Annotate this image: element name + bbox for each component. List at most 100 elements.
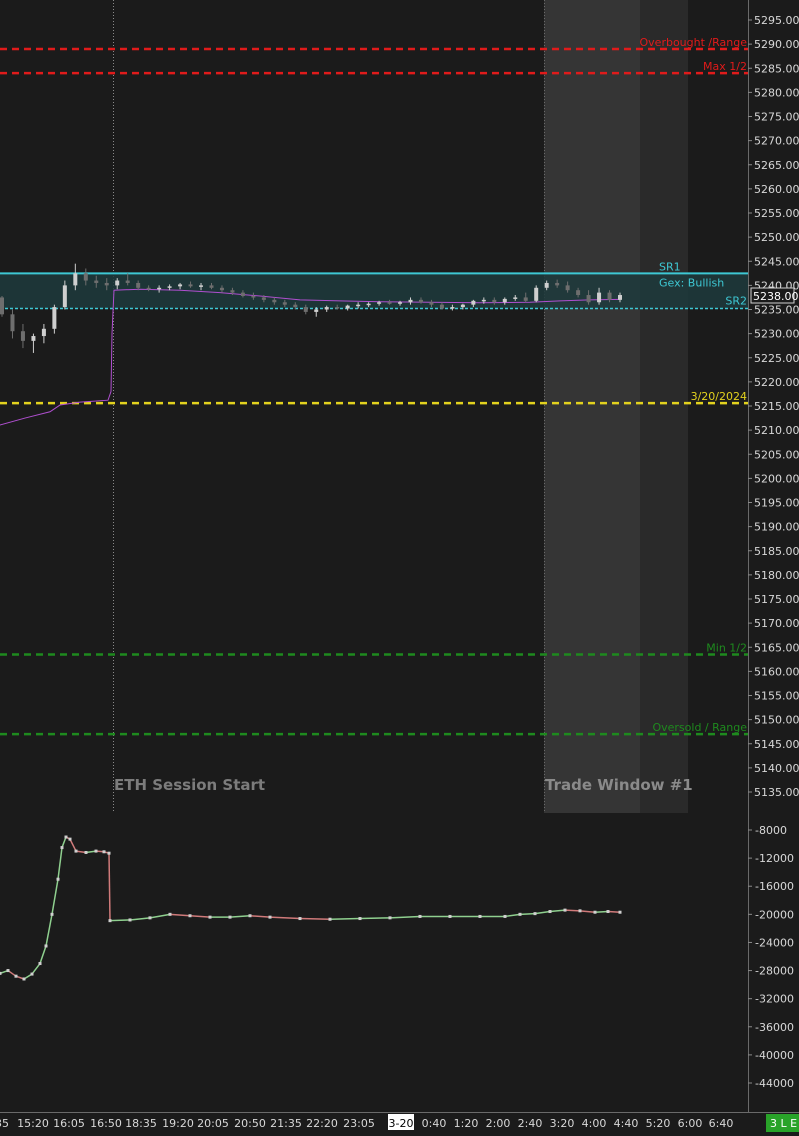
price-tick-label: 5170.00 bbox=[754, 617, 799, 630]
indicator-bar bbox=[22, 977, 26, 981]
indicator-segment bbox=[108, 853, 111, 921]
indicator-bar bbox=[14, 974, 18, 978]
indicator-bar bbox=[0, 971, 2, 975]
indicator-segment bbox=[564, 909, 581, 912]
indicator-bar bbox=[358, 917, 362, 921]
indicator-bar bbox=[60, 846, 64, 850]
indicator-tick-label: -44000 bbox=[755, 1077, 794, 1090]
indicator-tick-label: -32000 bbox=[755, 993, 794, 1006]
indicator-bar bbox=[74, 849, 78, 853]
trade-window-extension bbox=[640, 0, 688, 813]
indicator-tick-label: -8000 bbox=[755, 824, 787, 837]
indicator-bar bbox=[30, 972, 34, 976]
trading-chart[interactable]: Gex: Bullish Overbought /Range Max 1/2 SR1 S… bbox=[0, 0, 799, 1132]
price-tick-label: 5250.00 bbox=[754, 231, 799, 244]
indicator-bar bbox=[44, 944, 48, 948]
price-tick-label: 5265.00 bbox=[754, 159, 799, 172]
time-tick-label: 5:20 bbox=[646, 1117, 671, 1130]
indicator-bar bbox=[448, 914, 452, 918]
price-tick-label: 5295.00 bbox=[754, 14, 799, 27]
indicator-bar bbox=[94, 849, 98, 853]
price-tick-label: 5215.00 bbox=[754, 400, 799, 413]
time-tick-label: 6:00 bbox=[678, 1117, 703, 1130]
date-marker-label: 3-20 bbox=[389, 1117, 414, 1130]
indicator-bar bbox=[268, 915, 272, 919]
time-tick-label: 3:20 bbox=[550, 1117, 575, 1130]
time-tick-label: 20:50 bbox=[234, 1117, 266, 1130]
time-tick-label: 16:05 bbox=[53, 1117, 85, 1130]
time-tick-label: 2:00 bbox=[486, 1117, 511, 1130]
price-tick-label: 5205.00 bbox=[754, 448, 799, 461]
candle bbox=[0, 295, 4, 317]
indicator-bar bbox=[618, 910, 622, 914]
time-tick-label: 22:20 bbox=[306, 1117, 338, 1130]
price-tick-label: 5275.00 bbox=[754, 111, 799, 124]
indicator-tick-label: -20000 bbox=[755, 908, 794, 921]
price-tick-label: 5190.00 bbox=[754, 521, 799, 534]
indicator-bar bbox=[107, 851, 111, 855]
indicator-segment bbox=[607, 910, 621, 913]
level-label: Overbought /Range bbox=[640, 36, 748, 49]
trade-window-region bbox=[544, 0, 640, 813]
indicator-tick-label: -36000 bbox=[755, 1021, 794, 1034]
time-tick-label: 35 bbox=[0, 1117, 9, 1130]
level-label: 3/20/2024 bbox=[691, 390, 747, 403]
price-tick-label: 5270.00 bbox=[754, 135, 799, 148]
indicator-tick-label: -28000 bbox=[755, 965, 794, 978]
price-tick-label: 5230.00 bbox=[754, 328, 799, 341]
time-tick-label: 18:35 bbox=[125, 1117, 157, 1130]
indicator-bar bbox=[56, 877, 60, 881]
time-tick-label: 15:20 bbox=[17, 1117, 49, 1130]
indicator-segment bbox=[299, 917, 331, 921]
indicator-tick-label: -12000 bbox=[755, 852, 794, 865]
indicator-bar bbox=[50, 912, 54, 916]
indicator-segment bbox=[359, 917, 391, 920]
price-tick-label: 5260.00 bbox=[754, 183, 799, 196]
indicator-bar bbox=[6, 969, 10, 973]
time-tick-label: 4:40 bbox=[614, 1117, 639, 1130]
price-tick-label: 5135.00 bbox=[754, 786, 799, 799]
indicator-bar bbox=[228, 915, 232, 919]
indicator-bar bbox=[606, 910, 610, 914]
indicator-bar bbox=[148, 916, 152, 920]
indicator-tick-label: -16000 bbox=[755, 880, 794, 893]
price-tick-label: 5175.00 bbox=[754, 593, 799, 606]
price-tick-label: 5195.00 bbox=[754, 497, 799, 510]
price-tick-label: 5150.00 bbox=[754, 714, 799, 727]
indicator-bar bbox=[108, 919, 112, 923]
time-tick-label: 6:40 bbox=[709, 1117, 734, 1130]
indicator-bar bbox=[418, 914, 422, 918]
indicator-bar bbox=[38, 962, 42, 966]
price-tick-label: 5225.00 bbox=[754, 352, 799, 365]
status-badge-label: 3 L E bbox=[770, 1117, 797, 1130]
price-tick-label: 5140.00 bbox=[754, 762, 799, 775]
level-label: Max 1/2 bbox=[703, 60, 747, 73]
indicator-tick-label: -24000 bbox=[755, 936, 794, 949]
indicator-bar bbox=[548, 910, 552, 914]
level-label: Oversold / Range bbox=[652, 721, 747, 734]
time-axis[interactable]: 35 15:20 16:05 16:5018:35 19:2020:05 20:50 21:… bbox=[0, 1114, 733, 1130]
indicator-bar bbox=[188, 914, 192, 918]
level-label: SR2 bbox=[725, 295, 747, 308]
indicator-bar bbox=[328, 917, 332, 921]
price-tick-label: 5220.00 bbox=[754, 376, 799, 389]
price-tick-label: 5285.00 bbox=[754, 62, 799, 75]
indicator-bar bbox=[518, 912, 522, 916]
price-tick-label: 5180.00 bbox=[754, 569, 799, 582]
price-tick-label: 5185.00 bbox=[754, 545, 799, 558]
current-price-label: 5238.00 bbox=[753, 290, 799, 303]
time-tick-label: 16:50 bbox=[90, 1117, 122, 1130]
indicator-bar bbox=[102, 850, 106, 854]
indicator-segment bbox=[519, 912, 536, 916]
indicator-bar bbox=[578, 909, 582, 913]
level-label: SR1 bbox=[659, 260, 681, 273]
indicator-segment bbox=[109, 919, 131, 922]
price-tick-label: 5200.00 bbox=[754, 472, 799, 485]
time-tick-label: 21:35 bbox=[270, 1117, 302, 1130]
indicator-bar bbox=[208, 915, 212, 919]
price-tick-label: 5280.00 bbox=[754, 86, 799, 99]
indicator-bar bbox=[388, 916, 392, 920]
indicator-bar bbox=[84, 850, 88, 854]
indicator-bar bbox=[298, 917, 302, 921]
indicator-bar bbox=[478, 914, 482, 918]
